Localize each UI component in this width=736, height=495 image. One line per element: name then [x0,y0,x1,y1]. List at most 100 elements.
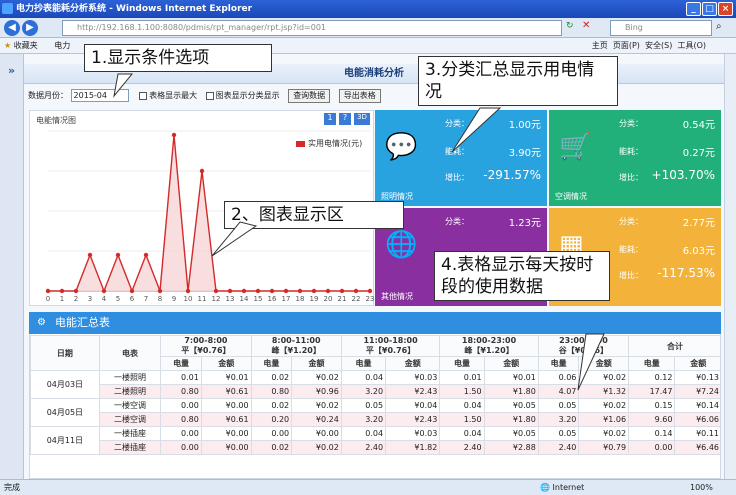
table-cell: 0.02 [250,440,293,455]
x-tick-label: 7 [144,295,148,303]
chat-bubble-icon: 💬 [385,132,418,162]
data-point [143,252,149,258]
option1-checkbox[interactable] [139,91,148,100]
safety-menu[interactable]: 安全(S) [645,41,672,50]
x-tick-label: 20 [324,295,333,303]
table-cell: 0.80 [160,384,202,399]
table-cell: ¥2.43 [385,412,441,427]
tile-value: 2.77元 [682,218,715,229]
table-cell: 1.50 [439,412,485,427]
col-kwh: 电量 [537,356,580,371]
summary-tile[interactable]: 🛒 分类： 0.54元 能耗： 0.27元 增比： +103.70% 空调情况 [549,110,721,206]
col-period: 7:00-8:00 平【¥0.76】 [160,335,252,357]
period-name: 18:00-23:00 [461,336,517,345]
table-cell: 0.00 [628,440,676,455]
table-cell: ¥0.01 [483,370,539,385]
table-cell: ¥0.14 [674,398,720,413]
export-button[interactable]: 导出表格 [338,88,381,103]
table-cell: 0.05 [537,398,580,413]
tile-ratio: -291.57% [483,168,541,182]
table-row: 二楼插座 0.00 ¥0.00 0.02 ¥0.02 2.40 ¥1.82 2.40 ¥2.88… [31,440,720,455]
table-cell: 9.60 [628,412,676,427]
tile-caption: 空调情况 [555,192,587,201]
forward-icon[interactable]: ▶ [22,20,38,36]
tile-ratio: -117.53% [657,266,715,280]
home-button[interactable]: 主页 [592,41,608,50]
table-cell: 1.50 [439,384,485,399]
back-icon[interactable]: ◀ [4,20,20,36]
month-input[interactable]: 2015-04 [70,89,129,102]
period-name: 23:00-7:00 [559,336,608,345]
table-cell: 2.40 [537,440,580,455]
table-cell: 0.04 [340,426,387,441]
tile-ratio: +103.70% [651,168,715,182]
table-cell: 0.00 [250,426,293,441]
stop-icon[interactable]: ✕ [582,20,590,31]
col-kwh: 电量 [160,356,202,371]
data-point [311,288,317,294]
x-tick-label: 5 [116,295,120,303]
cell-meter: 二楼照明 [98,384,162,399]
summary-tile[interactable]: 💬 分类： 1.00元 能耗： 3.90元 增比： -291.57% 照明情况 [375,110,547,206]
callout-tiles: 3.分类汇总显示用电情况 [418,56,618,106]
table-cell: ¥0.02 [291,370,342,385]
x-tick-label: 12 [212,295,221,303]
summary-table: 日期 电表 7:00-8:00 平【¥0.76】 8:00-11:00 峰【¥1.20】… [30,335,720,455]
url-input[interactable]: http://192.168.1.100:8080/pdmis/rpt_mana… [62,20,562,36]
col-kwh: 电量 [439,356,485,371]
table-cell: ¥0.11 [674,426,720,441]
x-tick-label: 2 [74,295,78,303]
period-name: 8:00-11:00 [271,336,321,345]
maximize-button[interactable]: □ [702,2,717,16]
period-name: 11:00-18:00 [363,336,418,345]
close-button[interactable]: × [718,2,733,16]
table-row: 04月05日 一楼空调 0.00 ¥0.00 0.02 ¥0.02 0.05 ¥0.04 0.0… [30,398,720,427]
callout-table: 4.表格显示每天按时段的使用数据 [434,251,610,301]
table-cell: 0.00 [160,426,202,441]
table-cell: 0.14 [628,426,676,441]
callout-filter: 1.显示条件选项 [84,44,272,72]
page-menu[interactable]: 页面(P) [613,41,640,50]
refresh-icon[interactable]: ↻ [566,21,574,31]
query-button[interactable]: 查询数据 [288,88,331,103]
x-tick-label: 14 [240,295,249,303]
col-amount: 金额 [385,356,441,371]
col-kwh: 电量 [340,356,387,371]
col-date: 日期 [30,335,100,371]
table-panel: 日期 电表 7:00-8:00 平【¥0.76】 8:00-11:00 峰【¥1.20】… [29,312,721,479]
data-point [157,288,163,294]
x-tick-label: 1 [60,295,64,303]
cell-meter: 一楼插座 [98,426,162,441]
table-cell: ¥0.61 [200,412,252,427]
cart-icon: 🛒 [559,132,592,162]
tile-label: 能耗： [619,147,643,156]
sidebar-toggle[interactable]: » [0,54,24,479]
col-period: 18:00-23:00 峰【¥1.20】 [439,335,539,357]
data-point [185,288,191,294]
x-tick-label: 10 [184,295,193,303]
search-icon[interactable]: ⌕ [716,21,722,32]
table-cell: ¥1.80 [483,412,539,427]
favorites-button[interactable]: 收藏夹 [14,41,38,50]
col-amount: 金额 [200,356,252,371]
option2-checkbox[interactable] [205,91,214,100]
tile-value: 6.03元 [682,246,715,257]
tile-label: 分类： [619,217,643,226]
zoom-control[interactable]: 100% [690,480,713,495]
table-cell: ¥0.00 [200,440,252,455]
x-tick-label: 17 [282,295,291,303]
table-cell: 0.05 [340,398,387,413]
tile-label: 分类： [445,217,469,226]
status-bar: 完成 🌐 Internet 100% [0,479,736,495]
minimize-button[interactable]: _ [686,2,701,16]
search-input[interactable]: Bing [610,20,712,36]
table-cell: 0.00 [160,440,202,455]
table-cell: ¥0.05 [483,398,539,413]
table-cell: ¥0.02 [291,398,342,413]
favorites-item[interactable]: 电力 [54,41,70,50]
period-price: 峰【¥1.20】 [464,346,514,355]
scrollbar[interactable] [724,54,736,479]
tools-menu[interactable]: 工具(O) [677,41,706,50]
x-tick-label: 8 [158,295,162,303]
period-name: 7:00-8:00 [184,336,228,345]
